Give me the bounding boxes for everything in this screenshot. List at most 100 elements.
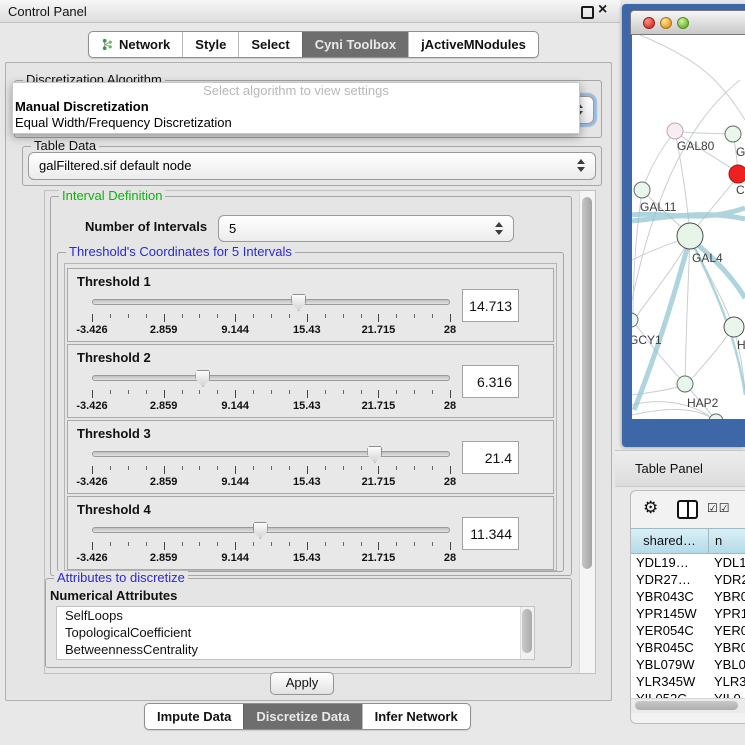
tick-label: -3.426 [76, 400, 107, 412]
column-header[interactable]: shared… [631, 529, 709, 553]
threshold-slider[interactable] [92, 445, 450, 463]
tab-style[interactable]: Style [182, 32, 238, 57]
tick-label: -3.426 [76, 476, 107, 488]
minimize-traffic-light-icon[interactable] [660, 17, 672, 29]
cell-shared-name: YBR043C [631, 588, 709, 605]
scrollbar-thumb[interactable] [582, 197, 592, 569]
network-node[interactable] [724, 317, 744, 337]
table-data-combo[interactable]: galFiltered.sif default node [28, 152, 596, 180]
network-node[interactable] [677, 223, 703, 249]
slider-thumb[interactable] [291, 294, 306, 311]
network-node[interactable] [677, 376, 693, 392]
tab-jactivemnodules[interactable]: jActiveMNodules [408, 32, 538, 57]
close-traffic-light-icon[interactable] [643, 17, 655, 29]
table-row[interactable]: YDR27…YDR2 [631, 571, 745, 588]
slider-ticks [92, 542, 450, 551]
tick-mark [253, 466, 254, 470]
tick-mark [164, 466, 165, 474]
attribute-item[interactable]: BetweennessCentrality [57, 641, 534, 658]
zoom-traffic-light-icon[interactable] [677, 17, 689, 29]
close-icon[interactable]: × [598, 1, 607, 19]
tick-label: 15.43 [293, 324, 321, 336]
list-scrollbar[interactable] [520, 607, 534, 659]
horizontal-scrollbar[interactable] [631, 698, 745, 713]
numerical-attributes-list[interactable]: SelfLoopsTopologicalCoefficientBetweenne… [56, 606, 535, 660]
table-row[interactable]: YDL19…YDL1 [631, 554, 745, 571]
tab-discretize-data[interactable]: Discretize Data [243, 704, 361, 729]
tick-mark [271, 542, 272, 546]
tick-label: 2.859 [150, 400, 178, 412]
table-row[interactable]: YBR043CYBR0 [631, 588, 745, 605]
vertical-scrollbar[interactable] [579, 191, 595, 673]
threshold-slider[interactable] [92, 293, 450, 311]
network-node[interactable] [725, 126, 741, 142]
network-node[interactable] [729, 165, 745, 183]
tab-select[interactable]: Select [238, 32, 301, 57]
table-row[interactable]: YLR345WYLR3 [631, 673, 745, 690]
cell-shared-name: YBR045C [631, 639, 709, 656]
threshold-slider[interactable] [92, 369, 450, 387]
tick-mark [307, 466, 308, 474]
network-node[interactable] [634, 182, 650, 198]
attribute-item[interactable]: SelfLoops [57, 607, 534, 624]
scrollbar-thumb[interactable] [522, 609, 532, 653]
group-title: Interval Definition [59, 189, 165, 203]
threshold-value-field[interactable]: 21.4 [462, 441, 519, 474]
table-row[interactable]: YBR045CYBR0 [631, 639, 745, 656]
algorithm-option[interactable]: Equal Width/Frequency Discretization [13, 115, 579, 131]
slider-track [92, 527, 450, 533]
float-window-icon[interactable] [581, 6, 594, 19]
table-row[interactable]: YPR145WYPR1 [631, 605, 745, 622]
tick-mark [378, 466, 379, 474]
tick-label: 21.715 [362, 400, 396, 412]
tick-mark [450, 466, 451, 474]
column-header[interactable]: n [709, 529, 745, 553]
group-title: Attributes to discretize [54, 571, 188, 585]
threshold-value-field[interactable]: 6.316 [462, 365, 519, 398]
network-window-titlebar[interactable] [630, 10, 745, 35]
threshold-slider[interactable] [92, 521, 450, 539]
tick-mark [128, 542, 129, 546]
slider-thumb[interactable] [195, 370, 210, 387]
attribute-item[interactable]: TopologicalCoefficient [57, 624, 534, 641]
threshold-value-field[interactable]: 11.344 [462, 517, 519, 550]
slider-thumb[interactable] [253, 522, 268, 539]
tab-cyni-toolbox[interactable]: Cyni Toolbox [302, 32, 408, 57]
tick-mark [396, 542, 397, 546]
tick-mark [110, 314, 111, 318]
checkbox-icons[interactable]: ☑☑ [707, 501, 731, 515]
table-row[interactable]: YER054CYER0 [631, 622, 745, 639]
tick-label: 21.715 [362, 552, 396, 564]
threshold-value-field[interactable]: 14.713 [462, 289, 519, 322]
tick-mark [450, 542, 451, 550]
tab-label: Cyni Toolbox [315, 37, 396, 52]
cell-name: YBR0 [709, 588, 745, 605]
node-label: GAL80 [677, 139, 715, 153]
tick-label: 9.144 [221, 552, 249, 564]
apply-button[interactable]: Apply [270, 672, 334, 695]
node-label: GA [736, 145, 745, 159]
tick-mark [271, 390, 272, 394]
tick-mark [146, 542, 147, 546]
slider-thumb[interactable] [367, 446, 382, 463]
gear-icon[interactable]: ⚙ [643, 498, 658, 518]
tab-infer-network[interactable]: Infer Network [362, 704, 470, 729]
network-canvas[interactable]: GAL80GACGAL11GAL4GCY1HHAP2 [632, 35, 745, 419]
table-row[interactable]: YIL052CYIL0 [631, 690, 745, 698]
network-node[interactable] [667, 123, 683, 139]
number-of-intervals-combo[interactable]: 5 [218, 215, 514, 242]
tab-network[interactable]: Network [89, 32, 182, 57]
tick-mark [217, 542, 218, 546]
panel-title: Control Panel [8, 4, 87, 19]
tick-mark [289, 466, 290, 470]
threshold-panel: Threshold 3-3.4262.8599.14415.4321.71528… [67, 420, 554, 494]
scrollbar-thumb[interactable] [635, 701, 738, 710]
tick-mark [146, 314, 147, 318]
tab-impute-data[interactable]: Impute Data [145, 704, 243, 729]
tick-mark [307, 390, 308, 398]
tab-label: Impute Data [157, 709, 231, 724]
algorithm-option[interactable]: Manual Discretization [13, 99, 579, 115]
table-header-row: shared…n [631, 528, 745, 554]
table-row[interactable]: YBL079WYBL0 [631, 656, 745, 673]
column-layout-icon[interactable] [677, 500, 698, 519]
